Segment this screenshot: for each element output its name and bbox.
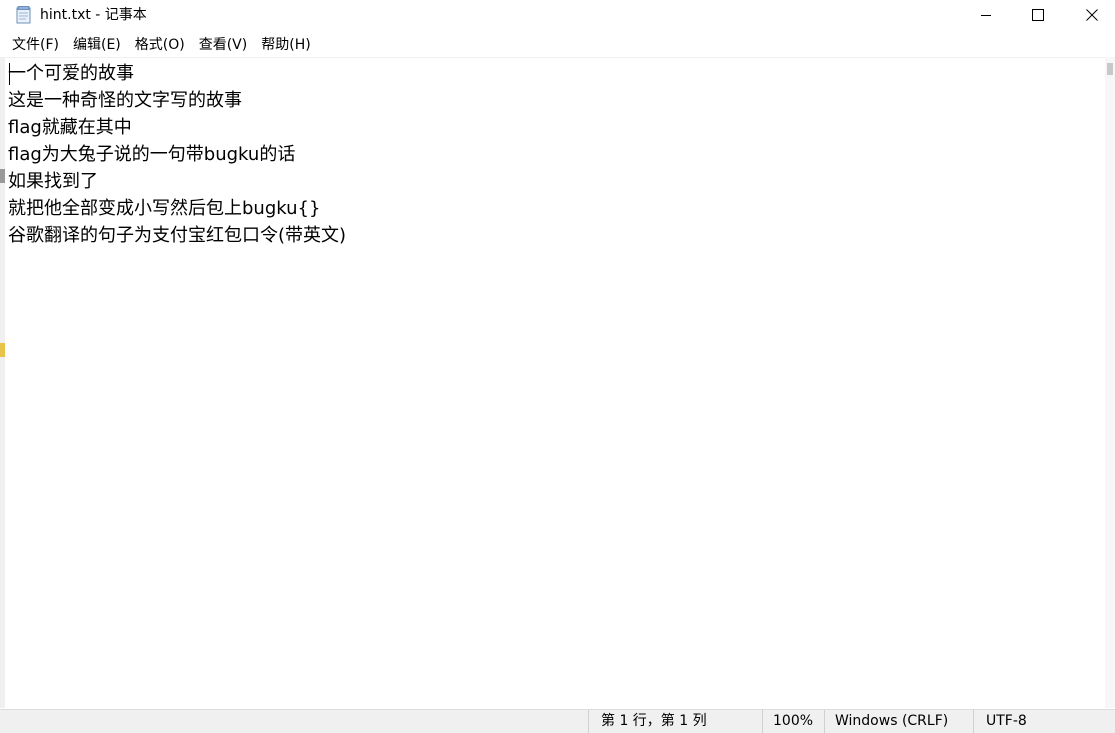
notepad-icon bbox=[16, 6, 32, 24]
menu-view[interactable]: 查看(V) bbox=[192, 35, 255, 55]
text-caret bbox=[9, 63, 10, 85]
close-button[interactable] bbox=[1069, 0, 1115, 30]
notepad-window: hint.txt - 记事本 文件(F) 编辑(E) 格式(O) 查看(V) 帮… bbox=[0, 0, 1115, 733]
minimize-button[interactable] bbox=[963, 0, 1009, 30]
minimize-icon bbox=[980, 9, 992, 21]
status-zoom: 100% bbox=[762, 710, 825, 733]
menu-edit[interactable]: 编辑(E) bbox=[66, 35, 128, 55]
title-bar[interactable]: hint.txt - 记事本 bbox=[0, 0, 1115, 30]
menu-format[interactable]: 格式(O) bbox=[128, 35, 192, 55]
status-encoding: UTF-8 bbox=[973, 710, 1115, 733]
menu-help[interactable]: 帮助(H) bbox=[254, 35, 317, 55]
maximize-icon bbox=[1032, 9, 1044, 21]
editor-line: 这是一种奇怪的文字写的故事 bbox=[8, 90, 242, 111]
menu-bar: 文件(F) 编辑(E) 格式(O) 查看(V) 帮助(H) bbox=[0, 34, 1115, 56]
editor-line: 谷歌翻译的句子为支付宝红包口令(带英文) bbox=[8, 225, 347, 246]
scrollbar-thumb[interactable] bbox=[1107, 63, 1113, 75]
window-title: hint.txt - 记事本 bbox=[40, 7, 147, 23]
editor-content[interactable]: 一个可爱的故事这是一种奇怪的文字写的故事 flag就藏在其中 flag为大兔子说的一… bbox=[8, 60, 346, 249]
status-cursor-position: 第 1 行，第 1 列 bbox=[588, 710, 763, 733]
vertical-scrollbar[interactable] bbox=[1105, 57, 1115, 708]
menu-file[interactable]: 文件(F) bbox=[5, 35, 66, 55]
editor-line: 如果找到了 bbox=[8, 171, 98, 192]
status-line-ending: Windows (CRLF) bbox=[824, 710, 974, 733]
editor-line: 就把他全部变成小写然后包上bugku{} bbox=[8, 198, 321, 219]
editor-line: 一个可爱的故事 bbox=[8, 63, 134, 84]
close-icon bbox=[1086, 9, 1098, 21]
status-bar: 第 1 行，第 1 列 100% Windows (CRLF) UTF-8 bbox=[0, 709, 1115, 733]
maximize-button[interactable] bbox=[1015, 0, 1061, 30]
editor-line: flag就藏在其中 bbox=[8, 117, 132, 138]
editor-line: flag为大兔子说的一句带bugku的话 bbox=[8, 144, 296, 165]
text-editor[interactable]: 一个可爱的故事这是一种奇怪的文字写的故事 flag就藏在其中 flag为大兔子说的一… bbox=[5, 57, 1105, 708]
